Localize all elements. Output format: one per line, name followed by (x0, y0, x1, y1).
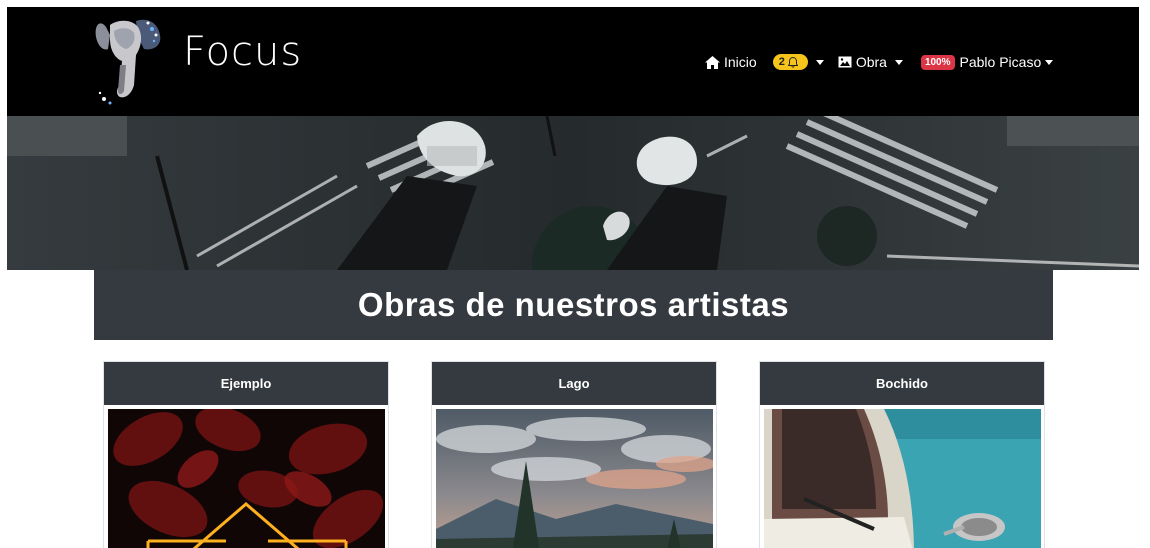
artwork-image[interactable] (108, 409, 385, 548)
home-icon (705, 55, 720, 69)
card-title: Ejemplo (104, 362, 388, 405)
top-strip (0, 0, 1150, 7)
user-dropdown[interactable]: 100% Pablo Picaso (920, 54, 1054, 70)
chevron-down-icon (894, 59, 903, 65)
artwork-card-ejemplo[interactable]: Ejemplo (103, 361, 389, 548)
artwork-card-bochido[interactable]: Bochido (759, 361, 1045, 548)
brand-title[interactable]: Focus (183, 29, 302, 75)
nav-obra-label: Obra (855, 54, 887, 70)
navbar: Focus Inicio 2 Obra 100% Pablo Picaso (7, 7, 1139, 116)
image-icon (838, 56, 852, 68)
nav-inicio-link[interactable]: Inicio (705, 54, 757, 70)
artwork-image[interactable] (436, 409, 713, 548)
notifications-badge: 2 (772, 54, 808, 70)
chevron-down-icon (1045, 59, 1054, 65)
hero-banner-image (7, 116, 1139, 270)
card-title: Lago (432, 362, 716, 405)
section-title: Obras de nuestros artistas (94, 270, 1053, 340)
elephant-logo-icon[interactable] (92, 15, 164, 107)
artwork-card-lago[interactable]: Lago (431, 361, 717, 548)
notifications-dropdown[interactable]: 2 (757, 54, 824, 70)
nav-inicio-label: Inicio (724, 54, 757, 70)
completion-badge: 100% (920, 54, 955, 70)
card-title: Bochido (760, 362, 1044, 405)
artwork-image[interactable] (764, 409, 1041, 548)
notifications-count: 2 (778, 56, 785, 68)
bell-icon (787, 56, 798, 68)
chevron-down-icon (815, 59, 824, 65)
user-name: Pablo Picaso (959, 54, 1042, 70)
page-scrollbar[interactable] (1139, 7, 1150, 548)
nav-obra-dropdown[interactable]: Obra (838, 54, 903, 70)
nav-links: Inicio 2 Obra 100% Pablo Picaso (705, 51, 1054, 73)
